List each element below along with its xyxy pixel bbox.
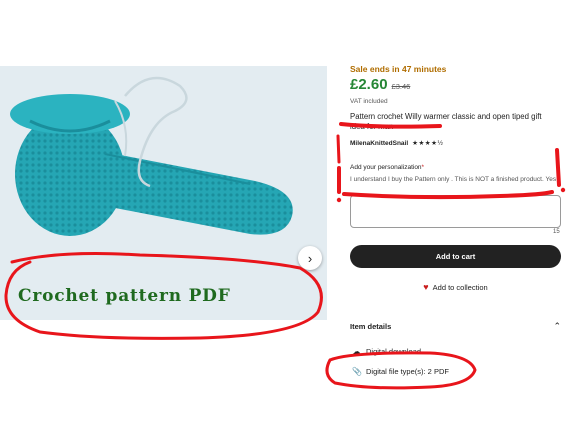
detail-file-type: 📎 Digital file type(s): 2 PDF [352,367,449,376]
shop-name-link[interactable]: MilenaKnittedSnail [350,140,408,147]
original-price: £3.46 [391,82,411,91]
add-to-collection-label: Add to collection [432,282,488,292]
shop-row: MilenaKnittedSnail ★★★★½ [350,139,443,148]
overlay-caption: Crochet pattern PDF [18,286,231,306]
rating-stars[interactable]: ★★★★½ [412,139,443,147]
personalization-label: Add your personalization* [350,164,425,171]
personalization-textarea[interactable] [350,195,561,228]
cloud-download-icon: ☁ [352,347,361,356]
item-details-title: Item details [350,322,392,331]
add-to-cart-button[interactable]: Add to cart [350,245,561,268]
personalization-instructions: I understand I buy the Pattern only . Th… [350,176,557,183]
next-image-button[interactable]: › [298,246,322,270]
item-details-toggle[interactable]: Item details ⌃ [350,321,561,332]
price-row: £2.60 £3.46 [350,76,410,93]
annotation-left-mark [336,134,341,164]
current-price: £2.60 [350,76,388,93]
detail-digital-download: ☁ Digital download [352,347,422,356]
heart-icon: ♥ [423,281,429,292]
chevron-right-icon: › [307,250,313,266]
annotation-dot-1 [336,197,342,203]
detail-label: Digital download [366,347,422,356]
paperclip-icon: 📎 [352,367,362,376]
annotation-dot-2 [560,187,566,193]
character-count: 15 [553,229,560,235]
required-mark: * [421,164,425,171]
chevron-up-icon: ⌃ [553,321,561,331]
listing-title: Pattern crochet Willy warmer classic and… [350,112,542,131]
sale-countdown: Sale ends in 47 minutes [350,64,447,74]
crochet-product-photo [10,76,293,236]
vat-note: VAT included [350,98,388,105]
add-to-collection-button[interactable]: ♥ Add to collection [350,280,561,294]
product-image[interactable]: › [0,66,327,320]
detail-label: Digital file type(s): 2 PDF [366,367,449,376]
